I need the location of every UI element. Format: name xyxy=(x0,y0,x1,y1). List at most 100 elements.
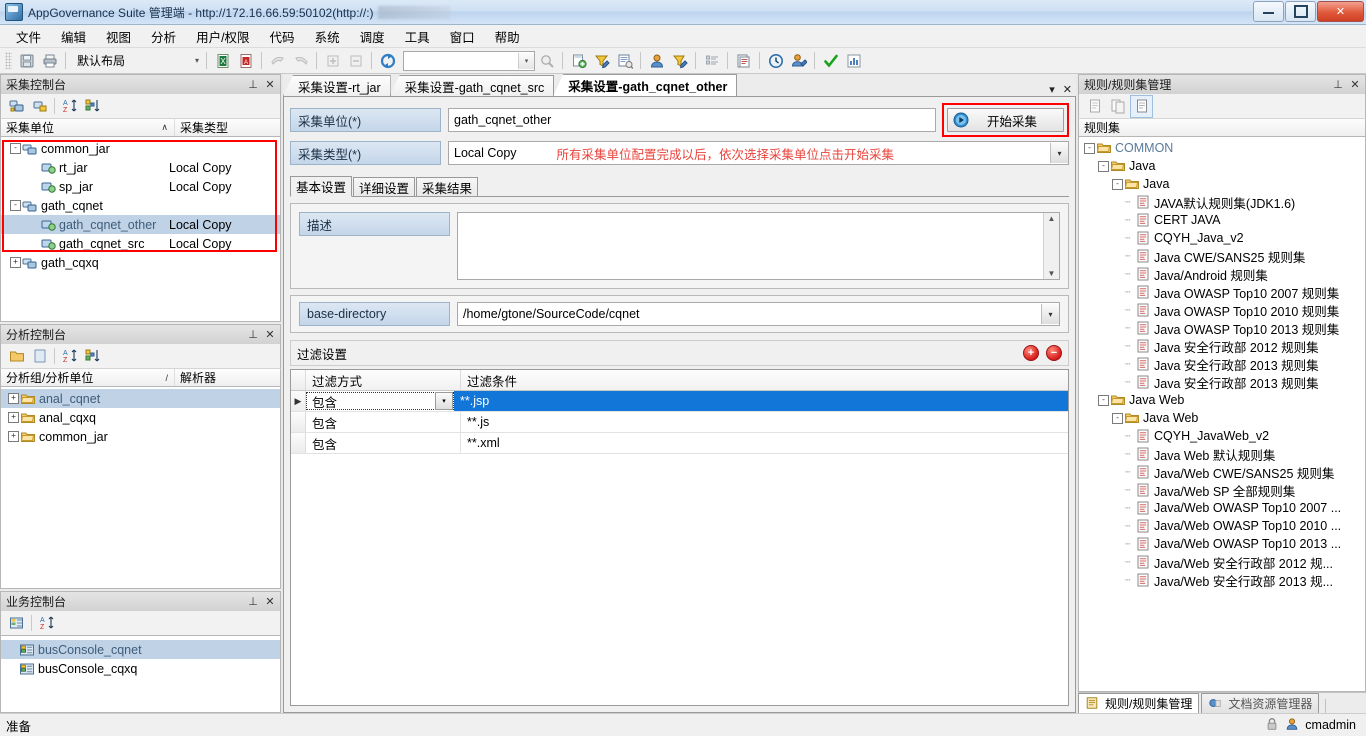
analysis-console-tree[interactable]: + anal_cqnet + anal_cqxq + common_jar xyxy=(0,387,281,589)
ruleset-tree-row[interactable]: ┄ Java OWASP Top10 2007 规则集 xyxy=(1079,283,1365,301)
close-icon[interactable]: ✕ xyxy=(263,78,277,92)
sort-group-icon[interactable] xyxy=(82,346,103,367)
ruleset-tree-row[interactable]: ┄ Java/Android 规则集 xyxy=(1079,265,1365,283)
clock-icon[interactable] xyxy=(765,50,786,71)
business-console-row[interactable]: busConsole_cqnet xyxy=(1,640,280,659)
gather-unit-row[interactable]: - gath_cqnet xyxy=(1,196,280,215)
ruleset-tree-row[interactable]: ┄ Java/Web OWASP Top10 2013 ... xyxy=(1079,535,1365,553)
tree-expander[interactable]: + xyxy=(7,430,20,443)
excel-export-icon[interactable]: X xyxy=(212,50,233,71)
menu-file[interactable]: 文件 xyxy=(6,25,51,48)
filter-grid[interactable]: 过滤方式 过滤条件 ▶ 包含 ▾ **.jsp 包含 **.js 包含 **.xml xyxy=(290,369,1069,706)
export-icon[interactable] xyxy=(290,50,311,71)
tree-expander[interactable]: - xyxy=(1097,394,1110,407)
ruleset-tree-row[interactable]: - Java Web xyxy=(1079,391,1365,409)
ruleset-tree-row[interactable]: ┄ Java CWE/SANS25 规则集 xyxy=(1079,247,1365,265)
sort-az-icon[interactable]: AZ xyxy=(36,613,57,634)
filter-condition-cell[interactable]: **.js xyxy=(461,412,1068,432)
sort-group-icon[interactable] xyxy=(82,96,103,117)
tab-gather-results[interactable]: 采集结果 xyxy=(416,177,479,196)
base-directory-combo[interactable]: /home/gtone/SourceCode/cqnet ▾ xyxy=(457,302,1060,326)
search-icon[interactable] xyxy=(536,50,557,71)
add-filter-button[interactable]: + xyxy=(1023,345,1039,361)
gather-unit-row[interactable]: gath_cqnet_src Local Copy xyxy=(1,234,280,253)
tree-expander[interactable]: + xyxy=(9,256,22,269)
pin-icon[interactable]: ⊥ xyxy=(246,328,260,342)
close-icon[interactable]: ✕ xyxy=(1063,83,1072,96)
list-icon[interactable] xyxy=(701,50,722,71)
ruleset-tree-row[interactable]: - Java xyxy=(1079,175,1365,193)
folder-icon[interactable] xyxy=(6,346,27,367)
gather-unit-row[interactable]: - common_jar xyxy=(1,139,280,158)
ruleset-tree-row[interactable]: ┄ JAVA默认规则集(JDK1.6) xyxy=(1079,193,1365,211)
gather-unit-input[interactable]: gath_cqnet_other xyxy=(448,108,936,132)
gather-unit-row[interactable]: gath_cqnet_other Local Copy xyxy=(1,215,280,234)
bottom-tab-doc-explorer[interactable]: 文档资源管理器 xyxy=(1201,693,1320,713)
ruleset-tree-row[interactable]: ┄ Java/Web SP 全部规则集 xyxy=(1079,481,1365,499)
filter-edit-icon[interactable] xyxy=(591,50,612,71)
ruleset-tree-row[interactable]: ┄ CQYH_JavaWeb_v2 xyxy=(1079,427,1365,445)
remove-filter-button[interactable]: − xyxy=(1046,345,1062,361)
gather-console-tree[interactable]: - common_jar rt_jar Local Copy sp_jar Local C… xyxy=(0,137,281,322)
minimize-button[interactable] xyxy=(1253,1,1284,22)
ruleset-tree-row[interactable]: - Java xyxy=(1079,157,1365,175)
import-icon[interactable] xyxy=(267,50,288,71)
report-icon[interactable] xyxy=(614,50,635,71)
toolbar-search-combo[interactable]: ▾ xyxy=(403,50,535,71)
ruleset-icon[interactable] xyxy=(1107,96,1128,117)
analysis-group-row[interactable]: + anal_cqxq xyxy=(1,408,280,427)
page-icon[interactable] xyxy=(29,346,50,367)
business-console-row[interactable]: busConsole_cqxq xyxy=(1,659,280,678)
ruleset-tree-row[interactable]: ┄ Java OWASP Top10 2013 规则集 xyxy=(1079,319,1365,337)
close-icon[interactable]: ✕ xyxy=(263,328,277,342)
sort-az-icon[interactable]: AZ xyxy=(59,96,80,117)
menu-edit[interactable]: 编辑 xyxy=(51,25,96,48)
collapse-icon[interactable] xyxy=(345,50,366,71)
ruleset-tree-row[interactable]: ┄ Java/Web 安全行政部 2012 规... xyxy=(1079,553,1365,571)
scroll-down-icon[interactable]: ▼ xyxy=(1048,269,1056,278)
gather-unit-row[interactable]: + gath_cqxq xyxy=(1,253,280,272)
new-group-icon[interactable] xyxy=(29,96,50,117)
tree-expander[interactable]: + xyxy=(7,392,20,405)
ruleset-tree-row[interactable]: ┄ Java/Web OWASP Top10 2007 ... xyxy=(1079,499,1365,517)
business-console-tree[interactable]: busConsole_cqnet busConsole_cqxq xyxy=(0,635,281,713)
tree-expander[interactable]: - xyxy=(1111,412,1124,425)
chevron-down-icon[interactable]: ▾ xyxy=(435,392,453,410)
tab-basic-settings[interactable]: 基本设置 xyxy=(290,176,353,197)
menu-window[interactable]: 窗口 xyxy=(440,25,485,48)
menu-tools[interactable]: 工具 xyxy=(395,25,440,48)
ruleset-tree-row[interactable]: - Java Web xyxy=(1079,409,1365,427)
close-icon[interactable]: ✕ xyxy=(263,595,277,609)
filter-condition-cell[interactable]: **.jsp xyxy=(454,391,1068,411)
ruleset-tree-row[interactable]: ┄ Java 安全行政部 2013 规则集 xyxy=(1079,355,1365,373)
scroll-up-icon[interactable]: ▲ xyxy=(1048,214,1056,223)
filter-row[interactable]: 包含 **.js xyxy=(291,412,1068,433)
filter-row[interactable]: 包含 **.xml xyxy=(291,433,1068,454)
user-config-icon[interactable] xyxy=(788,50,809,71)
start-gather-button[interactable]: 开始采集 xyxy=(947,108,1064,132)
ruleset-tree-row[interactable]: ┄ Java/Web OWASP Top10 2010 ... xyxy=(1079,517,1365,535)
chevron-down-icon[interactable]: ▾ xyxy=(1041,304,1059,324)
tab-gather-settings-gath-cqnet-other[interactable]: 采集设置-gath_cqnet_other xyxy=(553,74,738,96)
menu-system[interactable]: 系统 xyxy=(305,25,350,48)
ruleset-tree-row[interactable]: ┄ Java Web 默认规则集 xyxy=(1079,445,1365,463)
save-icon[interactable] xyxy=(16,50,37,71)
add-doc-icon[interactable] xyxy=(568,50,589,71)
menu-view[interactable]: 视图 xyxy=(96,25,141,48)
tree-expander[interactable]: + xyxy=(7,411,20,424)
filter-condition-cell[interactable]: **.xml xyxy=(461,433,1068,453)
gather-unit-row[interactable]: rt_jar Local Copy xyxy=(1,158,280,177)
chart-icon[interactable] xyxy=(843,50,864,71)
rule-edit-icon[interactable] xyxy=(1130,94,1153,118)
gather-type-combo[interactable]: Local Copy 所有采集单位配置完成以后，依次选择采集单位点击开始采集 ▾ xyxy=(448,141,1069,165)
filter-mode-combo[interactable]: 包含 ▾ xyxy=(306,392,454,410)
analysis-group-row[interactable]: + anal_cqnet xyxy=(1,389,280,408)
layout-combo[interactable]: 默认布局 ▾ xyxy=(70,50,202,71)
pdf-export-icon[interactable]: A xyxy=(235,50,256,71)
expand-icon[interactable] xyxy=(322,50,343,71)
close-icon[interactable]: ✕ xyxy=(1348,78,1362,92)
rule-icon[interactable] xyxy=(1084,96,1105,117)
filter-row[interactable]: ▶ 包含 ▾ **.jsp xyxy=(291,391,1068,412)
menu-users-permissions[interactable]: 用户/权限 xyxy=(186,25,259,48)
tree-expander[interactable]: - xyxy=(9,199,22,212)
